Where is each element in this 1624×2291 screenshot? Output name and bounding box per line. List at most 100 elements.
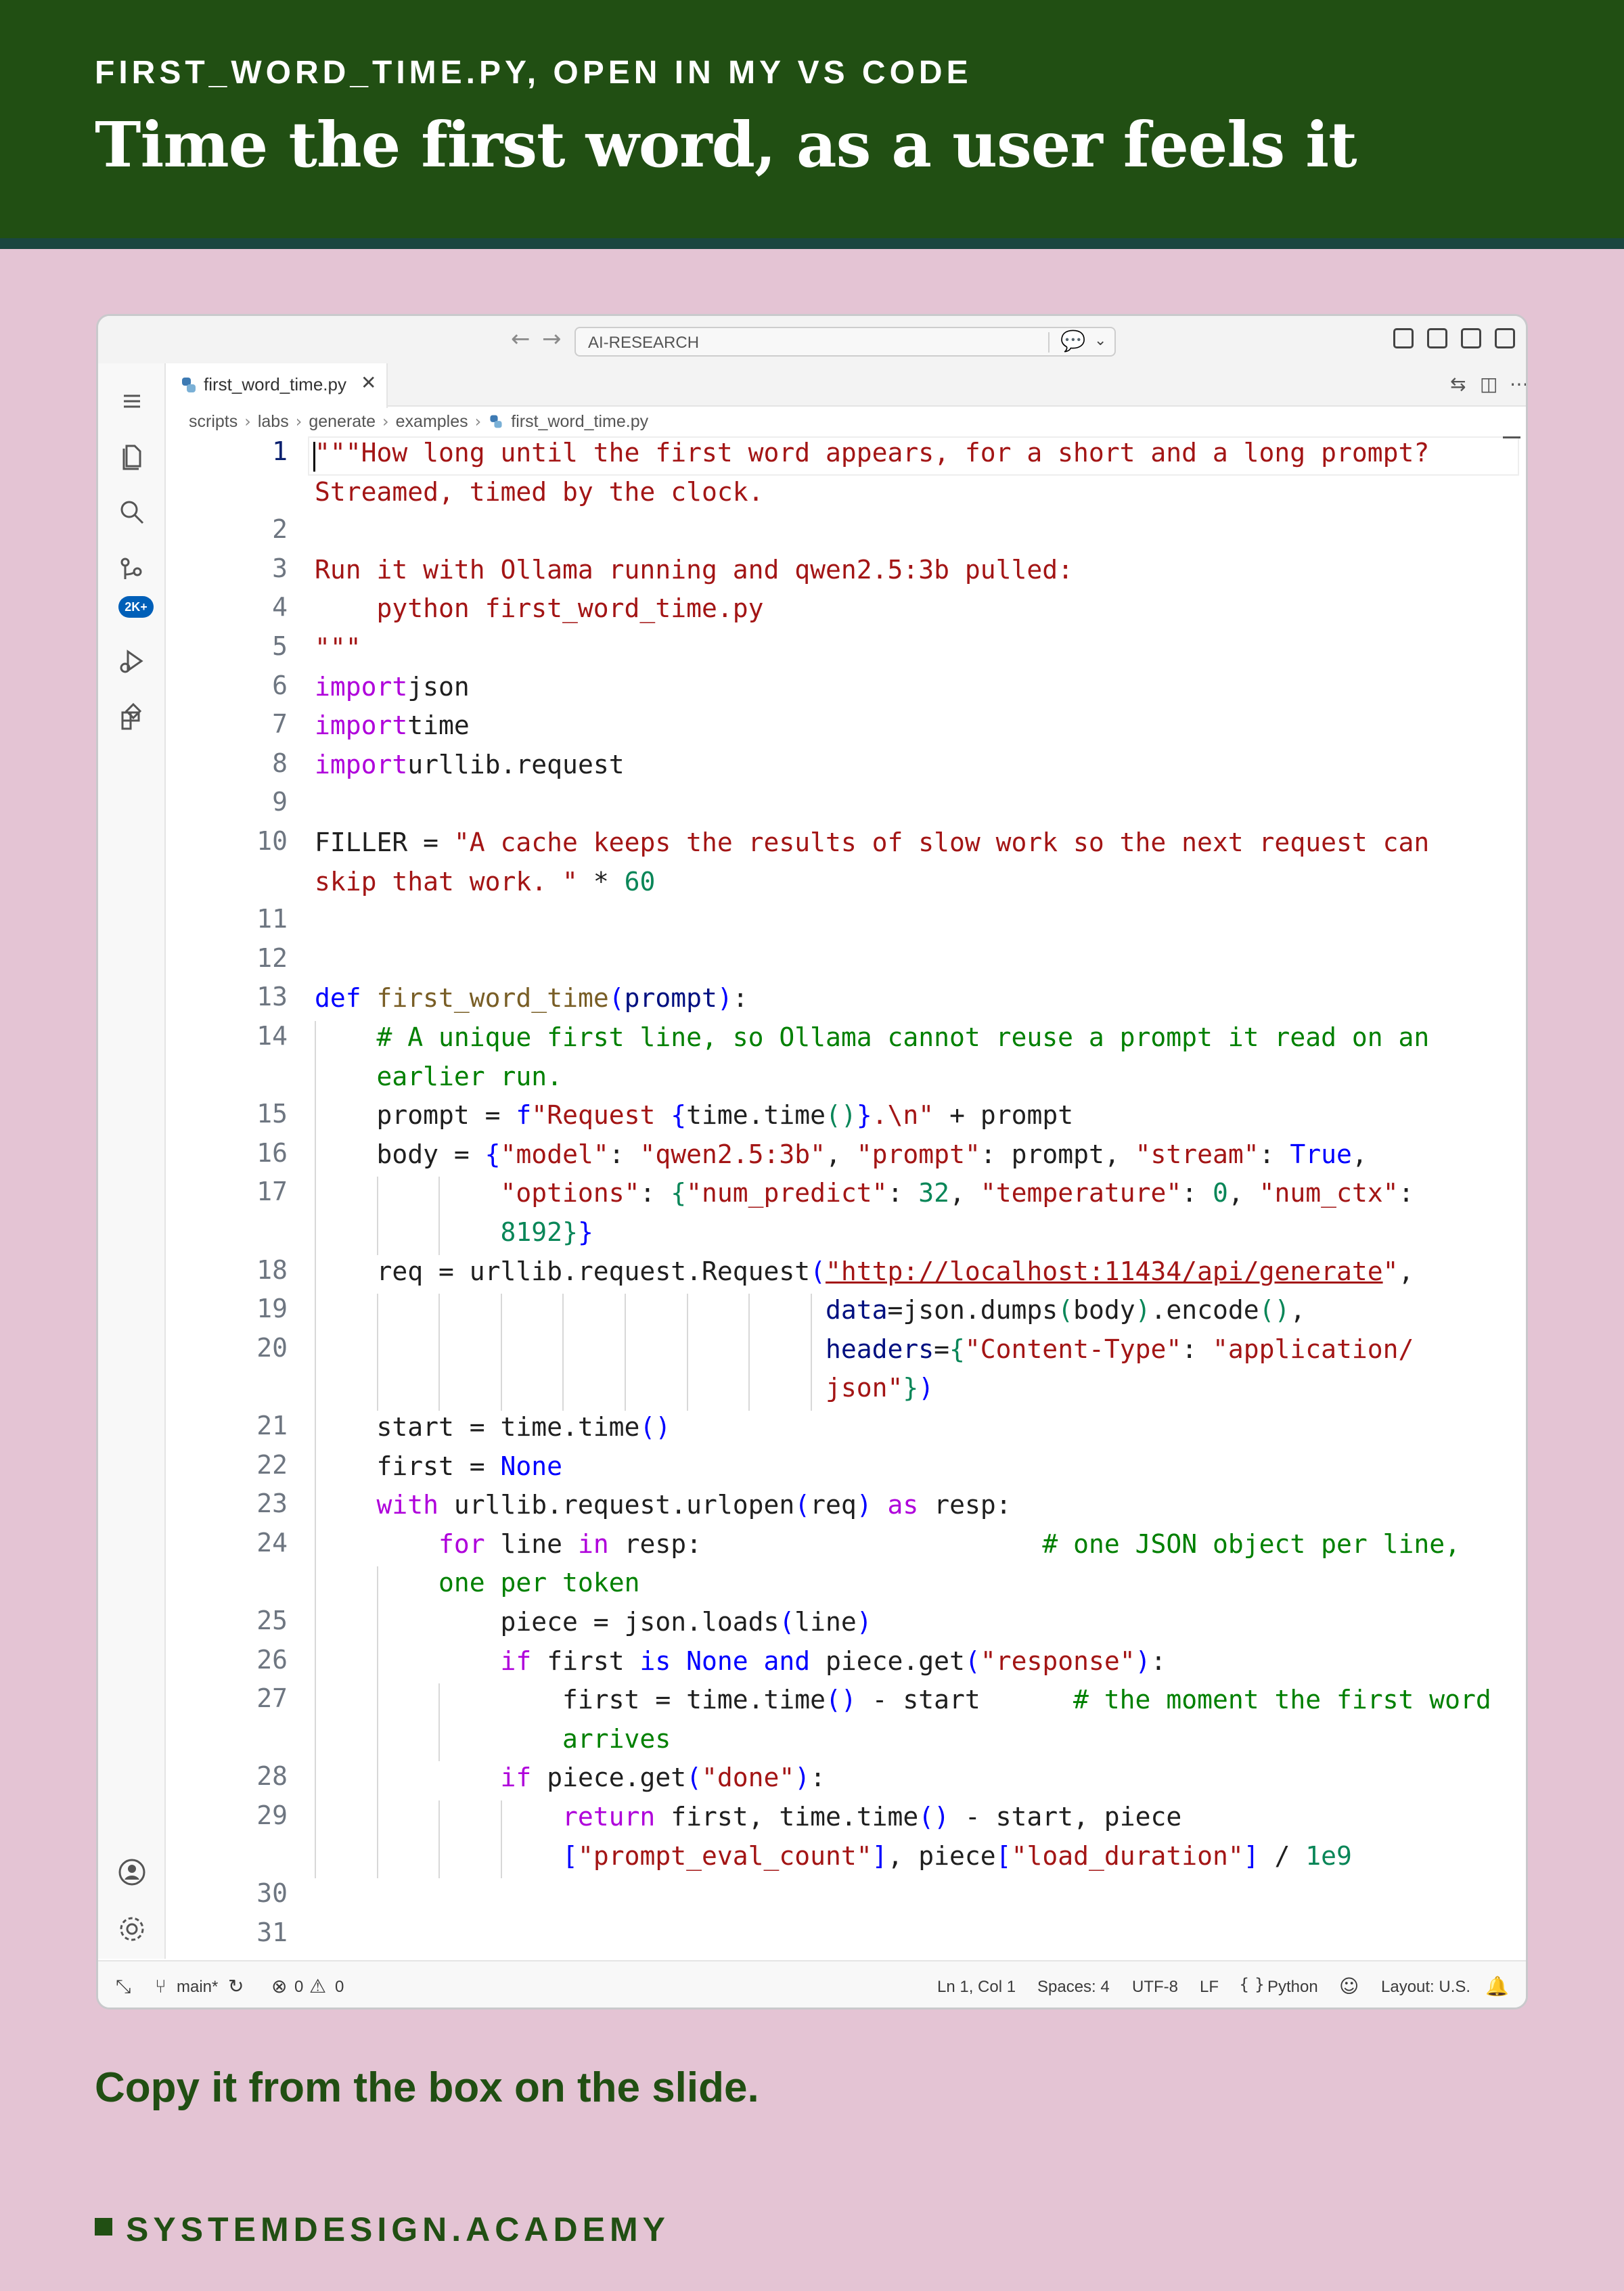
error-icon[interactable]: ⊗ xyxy=(271,1975,287,1997)
breadcrumb-item[interactable]: examples xyxy=(396,412,468,432)
code-line: earlier run. xyxy=(376,1061,563,1091)
line-number: 7 xyxy=(272,709,288,740)
more-actions-icon[interactable]: ⋯ xyxy=(1510,373,1526,395)
slide-caption: Copy it from the box on the slide. xyxy=(95,2064,759,2111)
header-stripe xyxy=(0,238,1624,249)
close-icon[interactable]: ✕ xyxy=(361,371,376,394)
code-line: first = time.time() - start # the moment… xyxy=(315,1685,1491,1715)
end-of-line[interactable]: LF xyxy=(1200,1978,1219,1997)
code-line: ["prompt_eval_count"], piece["load_durat… xyxy=(562,1840,1352,1871)
command-center-divider xyxy=(1048,332,1050,353)
line-number: 6 xyxy=(272,670,288,700)
copilot-icon[interactable]: ☺ xyxy=(1339,1975,1359,1997)
source-control-badge: 2K+ xyxy=(118,596,154,618)
command-center[interactable]: AI-RESEARCH 💬 ⌄ xyxy=(574,327,1116,357)
code-line: """ xyxy=(315,633,361,662)
code-line: start = time.time() xyxy=(315,1412,671,1442)
line-number: 10 xyxy=(256,826,288,856)
warning-count[interactable]: 0 xyxy=(335,1978,344,1997)
code-line: headers={"Content-Type": "application/ xyxy=(825,1334,1414,1364)
code-line: for line in resp: # one JSON object per … xyxy=(438,1528,1461,1559)
cursor-position[interactable]: Ln 1, Col 1 xyxy=(937,1978,1016,1997)
explorer-icon[interactable] xyxy=(117,440,147,470)
line-number: 3 xyxy=(272,553,288,583)
indent-guide xyxy=(810,1294,812,1411)
keyboard-layout[interactable]: Layout: U.S. xyxy=(1381,1978,1470,1997)
error-count[interactable]: 0 xyxy=(294,1978,303,1997)
line-number: 12 xyxy=(256,943,288,973)
line-number: 25 xyxy=(256,1606,288,1635)
line-number: 13 xyxy=(256,982,288,1012)
indent-guide xyxy=(438,1800,441,1879)
indent-guide xyxy=(376,1294,378,1411)
language-mode[interactable]: Python xyxy=(1267,1978,1318,1997)
breadcrumb-item[interactable]: first_word_time.py xyxy=(511,412,648,432)
line-number: 28 xyxy=(256,1761,288,1792)
breadcrumb-item[interactable]: scripts xyxy=(189,412,238,432)
line-number: 9 xyxy=(272,787,288,817)
code-line: return first, time.time() - start, piece xyxy=(562,1802,1182,1832)
brand-square-icon xyxy=(95,2218,112,2236)
breadcrumb-item[interactable]: generate xyxy=(309,412,376,432)
branch-icon[interactable]: ⑂ xyxy=(155,1975,166,1997)
gear-icon[interactable] xyxy=(117,1914,147,1944)
code-line: if piece.get("done"): xyxy=(500,1763,826,1793)
split-editor-icon[interactable]: ◫ xyxy=(1480,373,1497,395)
toggle-panel-icon[interactable] xyxy=(1461,328,1481,348)
indentation[interactable]: Spaces: 4 xyxy=(1037,1978,1110,1997)
breadcrumb: scripts › labs › generate › examples › f… xyxy=(189,408,648,435)
customize-layout-icon[interactable] xyxy=(1393,328,1414,348)
line-number: 31 xyxy=(256,1917,288,1947)
overview-ruler-marker xyxy=(1503,436,1520,438)
account-icon[interactable] xyxy=(117,1857,147,1887)
line-number: 29 xyxy=(256,1800,288,1830)
code-line: req = urllib.request.Request("http://loc… xyxy=(315,1256,1414,1286)
line-number: 21 xyxy=(256,1411,288,1441)
sync-icon[interactable]: ↻ xyxy=(228,1975,244,1997)
open-changes-icon[interactable]: ⇆ xyxy=(1450,373,1466,395)
line-number: 20 xyxy=(256,1332,288,1363)
chevron-right-icon: › xyxy=(295,412,302,431)
tab-first-word-time[interactable]: first_word_time.py ✕ xyxy=(167,363,388,408)
bell-icon[interactable]: 🔔 xyxy=(1485,1975,1509,1997)
extensions-icon[interactable] xyxy=(117,702,147,731)
warning-icon[interactable]: ⚠ xyxy=(309,1975,326,1997)
back-arrow-icon[interactable]: ← xyxy=(511,325,531,353)
forward-arrow-icon[interactable]: → xyxy=(542,325,562,353)
slide-headline: Time the first word, as a user feels it xyxy=(95,108,1357,181)
chevron-down-icon[interactable]: ⌄ xyxy=(1094,332,1106,349)
toggle-primary-sidebar-icon[interactable] xyxy=(1427,328,1447,348)
indent-guide xyxy=(438,1683,441,1762)
breadcrumb-item[interactable]: labs xyxy=(258,412,289,432)
indent-guide xyxy=(376,1566,378,1879)
indent-guide xyxy=(315,1021,316,1879)
code-editor[interactable]: 1 2 3 4 5 6 7 8 9 10 11 12 13 14 15 16 17 18 19 20 21 22 23 24 2… xyxy=(167,436,1526,1959)
toggle-secondary-sidebar-icon[interactable] xyxy=(1495,328,1515,348)
search-icon[interactable] xyxy=(117,497,147,527)
status-bar: ⤡ ⑂ main* ↻ ⊗ 0 ⚠ 0 Ln 1, Col 1 Spaces: … xyxy=(98,1960,1526,2008)
remote-icon[interactable]: ⤡ xyxy=(116,1975,131,1998)
activity-bar: 2K+ xyxy=(98,363,166,1959)
code-line: FILLER = "A cache keeps the results of s… xyxy=(315,827,1430,857)
code-line: # A unique first line, so Ollama cannot … xyxy=(376,1022,1430,1052)
line-number: 19 xyxy=(256,1294,288,1324)
python-file-icon xyxy=(182,378,196,392)
python-file-icon xyxy=(490,415,502,428)
branch-name[interactable]: main* xyxy=(177,1978,218,1997)
editor-tabs-bar: first_word_time.py ✕ ⇆ ◫ ⋯ xyxy=(167,363,1526,408)
tab-label: first_word_time.py xyxy=(204,374,346,394)
chat-icon[interactable]: 💬 xyxy=(1060,330,1085,353)
menu-icon[interactable] xyxy=(117,386,147,416)
line-number: 11 xyxy=(256,904,288,934)
run-debug-icon[interactable] xyxy=(117,646,147,676)
vscode-window: ← → AI-RESEARCH 💬 ⌄ 2K+ first_word_time.… xyxy=(96,314,1528,2010)
chevron-right-icon: › xyxy=(244,412,251,431)
chevron-right-icon: › xyxy=(474,412,482,431)
encoding[interactable]: UTF-8 xyxy=(1132,1978,1178,1997)
source-control-icon[interactable] xyxy=(117,557,147,587)
line-number: 14 xyxy=(256,1021,288,1051)
code-line: importtime xyxy=(315,710,470,741)
line-number: 17 xyxy=(256,1177,288,1207)
code-line: skip that work. " * 60 xyxy=(315,866,656,897)
indent-guide xyxy=(438,1177,441,1255)
